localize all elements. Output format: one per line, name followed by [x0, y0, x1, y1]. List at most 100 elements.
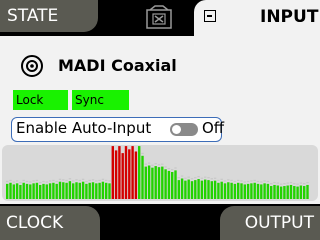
lock-badge: Lock — [13, 90, 68, 110]
tab-input-label: INPUT — [260, 7, 319, 27]
auto-input-control[interactable]: Enable Auto-Input Off — [11, 117, 225, 142]
meter-bar — [187, 179, 190, 199]
meter-bar — [194, 180, 197, 199]
meter-peak-hold — [157, 164, 161, 166]
auto-input-state: Off — [202, 119, 225, 137]
meter-peak-hold — [213, 177, 217, 179]
meter-peak-hold — [141, 152, 144, 154]
meter-peak-hold — [32, 180, 35, 182]
meter-bar — [55, 183, 58, 199]
meter-bar — [210, 181, 213, 199]
meter-bar — [250, 183, 253, 199]
meter-peak-hold — [78, 179, 81, 181]
meter-peak-hold — [171, 169, 174, 171]
meter-peak-hold — [260, 181, 263, 183]
meter-bar — [32, 183, 35, 199]
meter-peak-hold — [9, 179, 12, 181]
meter-bar — [240, 183, 243, 199]
meter-peak-hold — [144, 163, 147, 165]
meter-bar — [243, 184, 246, 199]
meter-bar — [197, 179, 200, 199]
auto-input-toggle[interactable] — [170, 123, 198, 136]
meter-bar — [98, 182, 101, 199]
meter-peak-hold — [52, 179, 55, 181]
meter-peak-hold — [180, 175, 184, 177]
meter-bar — [15, 183, 19, 199]
tab-state[interactable]: STATE — [0, 0, 98, 32]
meter-peak-hold — [227, 179, 230, 181]
meter-peak-hold — [25, 180, 29, 183]
meter-bar — [25, 183, 29, 199]
level-meters — [2, 143, 318, 201]
meter-peak-hold — [240, 180, 243, 182]
meter-peak-hold — [35, 179, 39, 181]
tab-input[interactable]: INPUT — [194, 0, 320, 36]
meter-peak-hold — [6, 180, 9, 183]
meter-bar — [273, 184, 276, 199]
meter-bar — [233, 183, 237, 199]
meter-peak-hold — [65, 179, 68, 181]
meter-peak-hold — [88, 179, 91, 181]
meter-peak-hold — [177, 177, 180, 179]
meter-bar — [276, 185, 279, 199]
meter-bar — [85, 183, 88, 199]
meter-peak-hold — [256, 180, 260, 183]
meter-bar — [279, 186, 283, 199]
meter-bar — [296, 186, 299, 199]
meter-peak-hold — [237, 179, 240, 181]
device-name: MADI Coaxial — [58, 56, 177, 75]
meter-peak-hold — [273, 181, 276, 184]
meter-bar — [289, 184, 293, 199]
meter-bar — [114, 150, 118, 199]
meter-bar — [22, 182, 25, 199]
meter-peak-hold — [210, 178, 213, 180]
meter-bar — [35, 182, 39, 199]
meter-bar — [303, 186, 306, 199]
meter-peak-hold — [187, 176, 190, 178]
auto-input-label: Enable Auto-Input — [16, 119, 152, 137]
meter-peak-hold — [98, 179, 101, 181]
meter-bar — [118, 146, 121, 199]
meter-bar — [121, 153, 124, 199]
meter-bar — [174, 170, 177, 199]
meter-bar — [45, 184, 48, 199]
meter-bar — [75, 182, 78, 199]
meter-peak-hold — [45, 181, 48, 183]
meter-peak-hold — [190, 178, 194, 180]
meter-bar — [144, 166, 147, 199]
meter-peak-hold — [151, 164, 154, 166]
meter-bar — [266, 183, 270, 199]
meter-peak-hold — [217, 179, 220, 181]
meter-peak-hold — [62, 179, 65, 181]
meter-peak-hold — [147, 162, 151, 164]
meter-bar — [167, 170, 171, 199]
meter-peak-hold — [293, 183, 296, 185]
meter-bar — [230, 182, 233, 199]
meter-bar — [237, 182, 240, 199]
meter-bar — [12, 184, 15, 199]
meter-peak-hold — [286, 182, 289, 184]
clock-button[interactable]: CLOCK — [0, 206, 100, 240]
meter-peak-hold — [296, 183, 299, 185]
meter-bar — [220, 181, 223, 199]
meter-bar — [207, 180, 210, 199]
meter-bar — [95, 183, 98, 199]
meter-peak-hold — [266, 180, 270, 183]
meter-peak-hold — [39, 181, 42, 184]
output-button[interactable]: OUTPUT — [220, 206, 320, 240]
meter-bar — [131, 146, 134, 199]
meter-peak-hold — [48, 180, 52, 182]
meter-peak-hold — [101, 178, 105, 180]
meter-peak-hold — [161, 163, 164, 165]
meter-bar — [227, 182, 230, 199]
meter-peak-hold — [299, 182, 303, 184]
meter-bar — [108, 183, 111, 199]
meter-bar — [52, 182, 55, 199]
meter-bar — [48, 183, 52, 199]
meter-bar — [91, 182, 95, 199]
meter-bar — [78, 182, 81, 199]
minus-box-icon[interactable] — [204, 10, 216, 22]
meter-peak-hold — [55, 180, 58, 183]
meter-bar — [171, 172, 174, 199]
meter-bar — [253, 182, 256, 199]
